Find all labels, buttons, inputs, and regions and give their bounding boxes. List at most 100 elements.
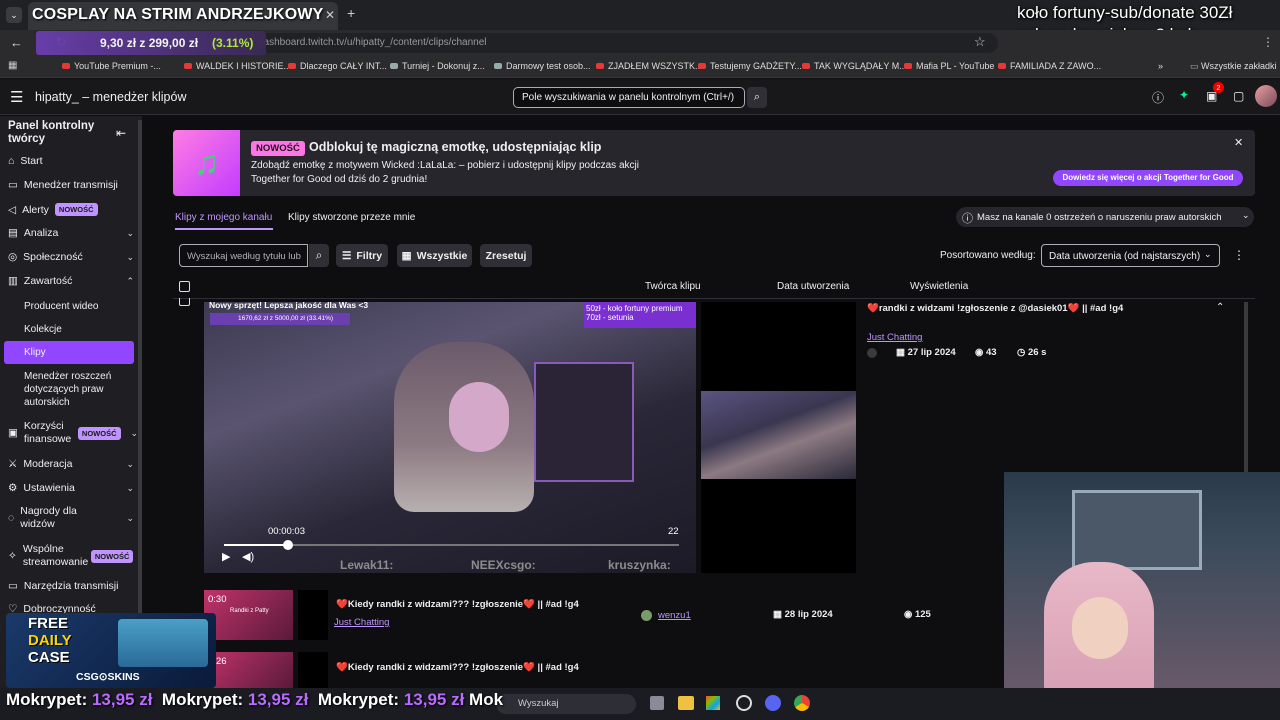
bookmark-8[interactable]: TAK WYGLĄDAŁY M...: [802, 61, 907, 71]
bookmarks-folder[interactable]: ▭ Wszystkie zakładki: [1190, 61, 1277, 72]
tab-list-icon[interactable]: ⌄: [6, 7, 22, 23]
store-icon[interactable]: [706, 696, 720, 710]
bookmark-3[interactable]: Dlaczego CAŁY INT...: [288, 61, 387, 71]
clip-duration: ◷ 26 s: [1017, 347, 1047, 358]
select-all-checkbox[interactable]: [179, 281, 190, 292]
avatar[interactable]: [1255, 85, 1277, 107]
reset-button[interactable]: Zresetuj: [480, 244, 532, 267]
calendar-icon: ▦: [896, 347, 908, 358]
filters-button[interactable]: ☰ Filtry: [336, 244, 388, 267]
clip-thumbnail[interactable]: 0:30 Randki z Patty: [204, 590, 293, 640]
clip-title[interactable]: ❤️Kiedy randki z widzami??? !zgłoszenie❤…: [336, 662, 579, 673]
page-title: hipatty_ – menedżer klipów: [35, 90, 187, 104]
task-view-icon[interactable]: [650, 696, 664, 710]
money-goal-pct: (3.11%): [212, 36, 254, 50]
sidebar-item-viewer-rewards[interactable]: ◌ Nagrody dla widzów ⌄: [8, 505, 134, 531]
column-header-date[interactable]: Data utworzenia: [777, 281, 849, 292]
volume-icon[interactable]: ◀): [242, 550, 254, 563]
clip-title[interactable]: ❤️Kiedy randki z widzami??? !zgłoszenie❤…: [336, 599, 579, 610]
clip-video-player[interactable]: Nowy sprzęt! Lepsza jakość dla Was <3 16…: [204, 300, 696, 573]
collapse-sidebar-icon[interactable]: ⇤: [116, 126, 126, 140]
bookmark-1[interactable]: YouTube Premium -...: [62, 61, 161, 71]
clip-date: ▦ 27 lip 2024: [896, 347, 956, 358]
sidebar-item-alerts[interactable]: ◁ Alerty NOWOŚĆ: [8, 203, 98, 216]
whispers-icon[interactable]: ▢: [1233, 89, 1244, 103]
new-badge: NOWOŚĆ: [251, 141, 305, 156]
back-icon[interactable]: ←: [10, 35, 23, 50]
seek-progress: [224, 544, 288, 546]
clip-thumbnail[interactable]: 26: [204, 652, 293, 688]
chrome-icon[interactable]: [794, 695, 810, 711]
row-checkbox[interactable]: [179, 298, 190, 306]
hamburger-menu-icon[interactable]: ☰: [10, 88, 23, 106]
copyright-warning-pill[interactable]: ⓘ Masz na kanale 0 ostrzeżeń o naruszeni…: [956, 207, 1254, 227]
seek-handle[interactable]: [283, 540, 293, 550]
sidebar-item-copyright[interactable]: Menedżer roszczeń dotyczących praw autor…: [24, 370, 124, 409]
search-icon[interactable]: ⌕: [309, 244, 329, 267]
sidebar-item-video-producer[interactable]: Producent wideo: [24, 300, 99, 313]
chevron-down-icon: ⌄: [126, 512, 134, 523]
sidebar-item-start[interactable]: ⌂ Start: [8, 155, 43, 167]
drops-icon[interactable]: ✦: [1179, 88, 1189, 102]
play-icon[interactable]: ▶: [222, 550, 230, 563]
sidebar-item-stream-tools[interactable]: ▭ Narzędzia transmisji: [8, 580, 118, 592]
app-icon[interactable]: [736, 695, 752, 711]
apps-grid-icon[interactable]: ▦: [8, 60, 17, 71]
browser-menu-icon[interactable]: ⋮: [1262, 35, 1274, 49]
help-icon[interactable]: ⓘ: [1152, 89, 1164, 106]
chevron-down-icon: ⌄: [1204, 249, 1212, 259]
header-divider: [173, 298, 1255, 299]
sidebar-item-analytics[interactable]: ▤ Analiza ⌄: [8, 227, 134, 239]
sort-select[interactable]: Data utworzenia (od najstarszych) ⌄: [1041, 244, 1220, 267]
taskbar-search[interactable]: Wyszukaj: [496, 694, 636, 714]
bookmark-10[interactable]: FAMILIADA Z ZAWO...: [998, 61, 1101, 71]
file-explorer-icon[interactable]: [678, 696, 694, 710]
bookmark-star-icon[interactable]: ☆: [974, 34, 986, 50]
dashboard-header: ☰ hipatty_ – menedżer klipów Pole wyszuk…: [0, 79, 1280, 115]
sidebar-item-co-streaming[interactable]: ✧ Wspólne streamowanie NOWOŚĆ: [8, 543, 142, 569]
bookmark-6[interactable]: ZJADŁEM WSZYSTK...: [596, 61, 703, 71]
donation-ticker: Mokrypet: 13,95 zł Mokrypet: 13,95 zł Mo…: [6, 690, 504, 709]
tab-clips-by-me[interactable]: Klipy stworzone przeze mnie: [288, 212, 415, 223]
sidebar-item-stream-manager[interactable]: ▭ Menedżer transmisji: [8, 179, 118, 191]
stream-title-overlay: COSPLAY NA STRIM ANDRZEJKOWY: [32, 6, 324, 23]
date-range-button[interactable]: ▦ Wszystkie: [397, 244, 472, 267]
sidebar-item-content[interactable]: ▥ Zawartość ⌃: [8, 275, 134, 287]
clip-thumbnail-preview[interactable]: [701, 391, 856, 479]
sidebar-item-community[interactable]: ◎ Społeczność ⌄: [8, 251, 134, 263]
clip-search-input[interactable]: Wyszukaj według tytułu lub: [179, 244, 308, 267]
tab-my-channel-clips[interactable]: Klipy z mojego kanału: [175, 212, 272, 223]
bookmarks-more-icon[interactable]: »: [1158, 61, 1163, 71]
bookmark-2[interactable]: WALDEK I HISTORIE...: [184, 61, 291, 71]
gear-icon: ⚙: [8, 482, 18, 494]
close-tab-icon[interactable]: ✕: [325, 8, 335, 22]
sidebar-item-collections[interactable]: Kolekcje: [24, 323, 62, 336]
bookmark-5[interactable]: Darmowy test osob...: [494, 61, 591, 71]
bookmark-9[interactable]: Mafia PL - YouTube: [904, 61, 994, 71]
sidebar-item-monetization[interactable]: ▣ Korzyści finansowe NOWOŚĆ ⌄: [8, 420, 138, 446]
clip-category-link[interactable]: Just Chatting: [867, 332, 922, 343]
clip-creator-link[interactable]: wenzu1: [658, 610, 691, 621]
search-icon[interactable]: ⌕: [747, 87, 767, 108]
new-tab-icon[interactable]: +: [347, 5, 355, 21]
collapse-row-icon[interactable]: ⌃: [1216, 302, 1224, 313]
dashboard-search-input[interactable]: Pole wyszukiwania w panelu kontrolnym (C…: [513, 87, 745, 108]
sidebar-item-settings[interactable]: ⚙ Ustawienia ⌄: [8, 482, 134, 494]
close-icon[interactable]: ✕: [1234, 136, 1243, 149]
learn-more-button[interactable]: Dowiedz się więcej o akcji Together for …: [1053, 170, 1243, 186]
clip-mini-thumb: [298, 590, 328, 640]
bookmark-4[interactable]: Turniej - Dokonuj z...: [390, 61, 485, 71]
goal-line-1: koło fortuny-sub/donate 30Zł: [1017, 3, 1233, 22]
url-text: dashboard.twitch.tv/u/hipatty_/content/c…: [258, 37, 487, 48]
sidebar-item-moderation[interactable]: ⚔ Moderacja ⌄: [8, 458, 134, 470]
bookmark-7[interactable]: Testujemy GADŻETY...: [698, 61, 802, 71]
clip-title[interactable]: ❤️randki z widzami !zgłoszenie z @dasiek…: [867, 302, 1127, 315]
column-header-views[interactable]: Wyświetlenia: [910, 281, 968, 292]
discord-icon[interactable]: [765, 695, 781, 711]
more-options-icon[interactable]: ⋮: [1233, 248, 1245, 262]
sort-value: Data utworzenia (od najstarszych): [1049, 251, 1201, 262]
clip-views: ◉ 43: [975, 347, 997, 358]
sidebar-item-clips[interactable]: Klipy: [4, 341, 134, 364]
column-header-creator[interactable]: Twórca klipu: [645, 281, 701, 292]
clip-category-link[interactable]: Just Chatting: [334, 617, 389, 628]
